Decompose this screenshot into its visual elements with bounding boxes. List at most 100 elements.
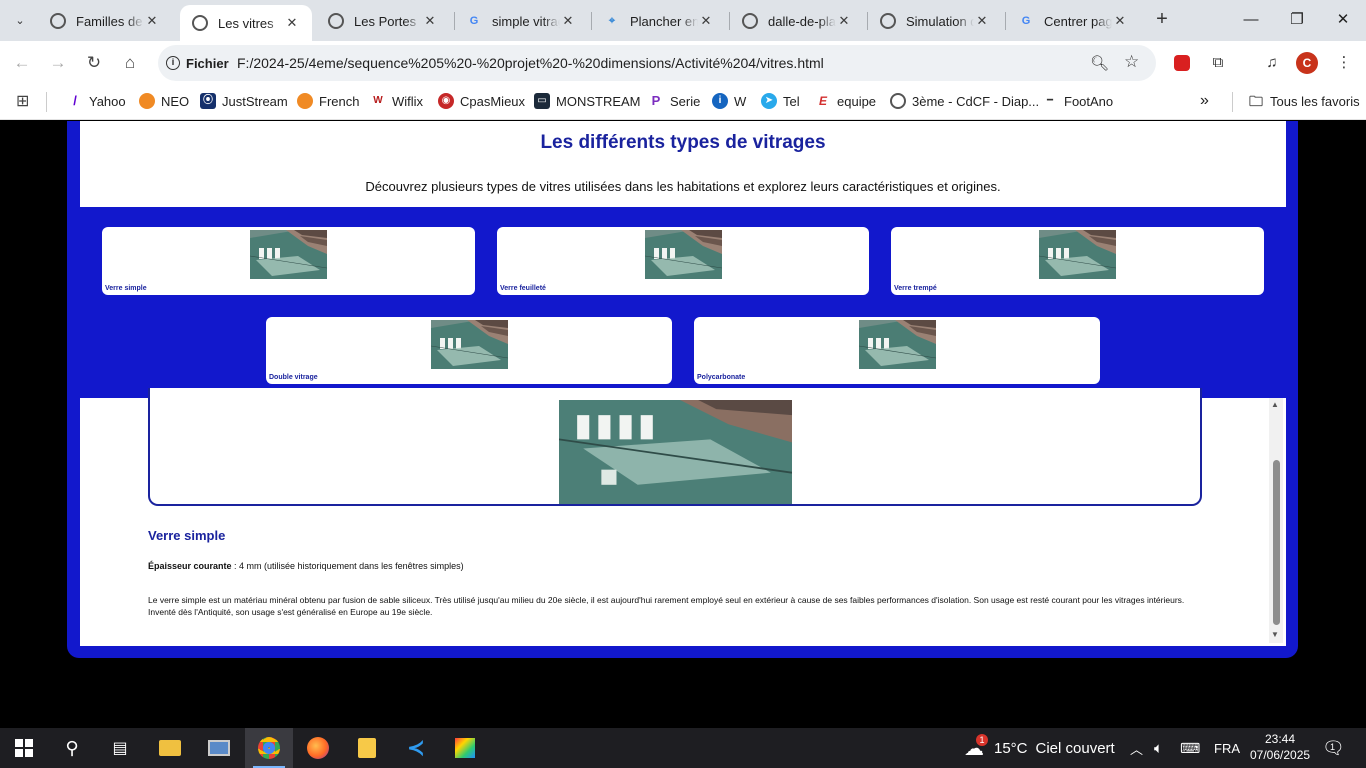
bookmark-w[interactable]: iW bbox=[712, 92, 746, 110]
forward-button[interactable]: → bbox=[46, 51, 70, 75]
close-icon[interactable]: ✕ bbox=[974, 13, 990, 29]
serie-icon: P bbox=[648, 93, 664, 109]
file-explorer-icon[interactable] bbox=[146, 728, 194, 768]
media-control-icon[interactable]: ♫ bbox=[1260, 51, 1284, 75]
restore-button[interactable]: ❐ bbox=[1274, 0, 1320, 41]
bookmark-tel[interactable]: ➤ Tel bbox=[761, 92, 800, 110]
bookmark-footano[interactable]: ━ FootAno bbox=[1042, 92, 1113, 110]
bookmark-label: Tous les favoris bbox=[1270, 93, 1360, 109]
card-verre-simple[interactable]: Verre simple bbox=[102, 227, 475, 295]
tab-strip: ⌄ Familles de matériaux ✕ Les vitres ✕ L… bbox=[0, 0, 1366, 41]
tray-overflow-chevron-icon[interactable]: ︿ bbox=[1130, 728, 1143, 768]
close-window-button[interactable]: ✕ bbox=[1320, 0, 1366, 41]
extension-adblock-icon[interactable] bbox=[1170, 51, 1194, 75]
notification-icon: 🗨︎ 1 bbox=[1322, 737, 1345, 758]
weather-condition: Ciel couvert bbox=[1035, 739, 1115, 757]
close-icon[interactable]: ✕ bbox=[1112, 13, 1128, 29]
clock[interactable]: 23:44 07/06/2025 bbox=[1250, 731, 1310, 763]
home-button[interactable]: ⌂ bbox=[118, 51, 142, 75]
site-info-button[interactable]: i Fichier bbox=[166, 53, 229, 73]
scroll-up-arrow-icon[interactable]: ▲ bbox=[1271, 400, 1279, 409]
bookmark-star-icon[interactable]: ☆ bbox=[1124, 52, 1139, 72]
bookmark-cpasmieux[interactable]: ◉ CpasMieux bbox=[438, 92, 525, 110]
info-icon: i bbox=[166, 56, 180, 70]
tab-centrer-page[interactable]: G Centrer page ✕ bbox=[1006, 5, 1140, 37]
extensions-puzzle-icon[interactable]: ⧉ bbox=[1206, 51, 1230, 75]
weather-widget[interactable]: ☁ 1 15°C Ciel couvert bbox=[964, 728, 1115, 768]
card-double-vitrage[interactable]: Double vitrage bbox=[266, 317, 672, 384]
chrome-taskbar-icon[interactable] bbox=[245, 728, 293, 768]
all-bookmarks-button[interactable]: 🗀 Tous les favoris bbox=[1248, 92, 1360, 110]
vscode-icon[interactable]: ≺ bbox=[392, 728, 440, 768]
bookmark-yahoo[interactable]: / Yahoo bbox=[67, 92, 126, 110]
tab-simulation[interactable]: Simulation de ✕ bbox=[868, 5, 1002, 37]
apps-grid-icon[interactable]: ⊞ bbox=[16, 92, 29, 110]
reload-button[interactable]: ↻ bbox=[82, 51, 106, 75]
tab-simple-vitrage[interactable]: G simple vitrage ✕ bbox=[454, 5, 588, 37]
card-verre-feuillete[interactable]: Verre feuilleté bbox=[497, 227, 869, 295]
footano-icon: ━ bbox=[1042, 93, 1058, 109]
menu-kebab-icon[interactable]: ⋮ bbox=[1332, 51, 1356, 75]
bookmark-juststream[interactable]: ⦿ JustStream bbox=[200, 92, 288, 110]
url-text[interactable]: F:/2024-25/4eme/sequence%205%20-%20proje… bbox=[237, 55, 824, 71]
close-icon[interactable]: ✕ bbox=[698, 13, 714, 29]
info-circle-icon: i bbox=[712, 93, 728, 109]
page-header: Les différents types de vitrages Découvr… bbox=[80, 121, 1286, 207]
close-icon[interactable]: ✕ bbox=[560, 13, 576, 29]
inner-scrollbar[interactable]: ▲ ▼ bbox=[1269, 398, 1283, 643]
clock-time: 23:44 bbox=[1264, 732, 1296, 746]
search-icon[interactable]: ⚲ bbox=[48, 728, 96, 768]
tab-plancher[interactable]: ⌖ Plancher en verre ✕ bbox=[592, 5, 726, 37]
bookmark-label: equipe bbox=[837, 93, 877, 109]
colorful-app-icon[interactable] bbox=[441, 728, 489, 768]
bookmark-3eme-cdcf[interactable]: 3ème - CdCF - Diap... bbox=[890, 92, 1039, 110]
keyboard-icon[interactable]: ⌨ bbox=[1180, 728, 1200, 768]
bookmarks-overflow-icon[interactable]: » bbox=[1200, 92, 1209, 110]
close-icon[interactable]: ✕ bbox=[836, 13, 852, 29]
close-icon[interactable]: ✕ bbox=[284, 15, 300, 31]
task-view-icon[interactable]: ▤ bbox=[96, 728, 144, 768]
globe-icon bbox=[880, 13, 896, 29]
card-polycarbonate[interactable]: Polycarbonate bbox=[694, 317, 1100, 384]
bookmark-equipe[interactable]: Eequipe bbox=[815, 92, 876, 110]
glass-floor-thumbnail bbox=[859, 320, 936, 369]
chevron-down-icon: ⌄ bbox=[15, 14, 25, 27]
firefox-icon[interactable] bbox=[294, 728, 342, 768]
minimize-button[interactable]: — bbox=[1228, 0, 1274, 41]
cloud-sun-icon: ☁ 1 bbox=[964, 733, 988, 761]
bookmark-wiflix[interactable]: W Wiflix bbox=[370, 92, 423, 110]
card-label: Verre trempé bbox=[894, 285, 937, 292]
scroll-down-arrow-icon[interactable]: ▼ bbox=[1271, 630, 1279, 639]
close-icon[interactable]: ✕ bbox=[144, 13, 160, 29]
language-indicator[interactable]: FRA bbox=[1214, 728, 1240, 768]
speaker-icon[interactable]: 🔈︎ bbox=[1154, 728, 1163, 768]
tab-les-vitres[interactable]: Les vitres ✕ bbox=[180, 5, 312, 41]
back-button[interactable]: ← bbox=[10, 51, 34, 75]
profile-avatar[interactable]: C bbox=[1296, 52, 1318, 74]
tab-title: simple vitrage bbox=[492, 13, 560, 29]
bookmark-french[interactable]: French bbox=[297, 92, 359, 110]
bookmark-label: French bbox=[319, 93, 360, 109]
bookmark-label: JustStream bbox=[222, 93, 288, 109]
tab-familles[interactable]: Familles de matériaux ✕ bbox=[38, 5, 172, 37]
scrollbar-thumb[interactable] bbox=[1273, 460, 1280, 625]
remote-desktop-icon[interactable] bbox=[195, 728, 243, 768]
notifications-button[interactable]: 🗨︎ 1 bbox=[1322, 728, 1345, 768]
tab-title: Plancher en verre bbox=[630, 13, 698, 29]
bookmark-neo[interactable]: NEO bbox=[139, 92, 189, 110]
tab-search-button[interactable]: ⌄ bbox=[8, 8, 32, 32]
new-tab-button[interactable]: + bbox=[1150, 8, 1174, 32]
google-icon: G bbox=[469, 15, 479, 27]
close-icon[interactable]: ✕ bbox=[422, 13, 438, 29]
zoom-icon[interactable]: 🔍︎ bbox=[1090, 54, 1109, 72]
address-bar[interactable]: i Fichier F:/2024-25/4eme/sequence%205%2… bbox=[158, 45, 1156, 81]
tab-les-portes[interactable]: Les Portes ✕ bbox=[316, 5, 450, 37]
start-button[interactable] bbox=[0, 728, 48, 768]
notes-app-icon[interactable] bbox=[343, 728, 391, 768]
bookmark-monstream[interactable]: ▭ MONSTREAM bbox=[534, 92, 641, 110]
bookmark-serie[interactable]: P Serie bbox=[648, 92, 700, 110]
tab-dalle[interactable]: dalle-de-plancher ✕ bbox=[730, 5, 864, 37]
thickness-label: Épaisseur courante bbox=[148, 561, 232, 571]
weather-badge: 1 bbox=[976, 733, 988, 746]
card-verre-trempe[interactable]: Verre trempé bbox=[891, 227, 1264, 295]
